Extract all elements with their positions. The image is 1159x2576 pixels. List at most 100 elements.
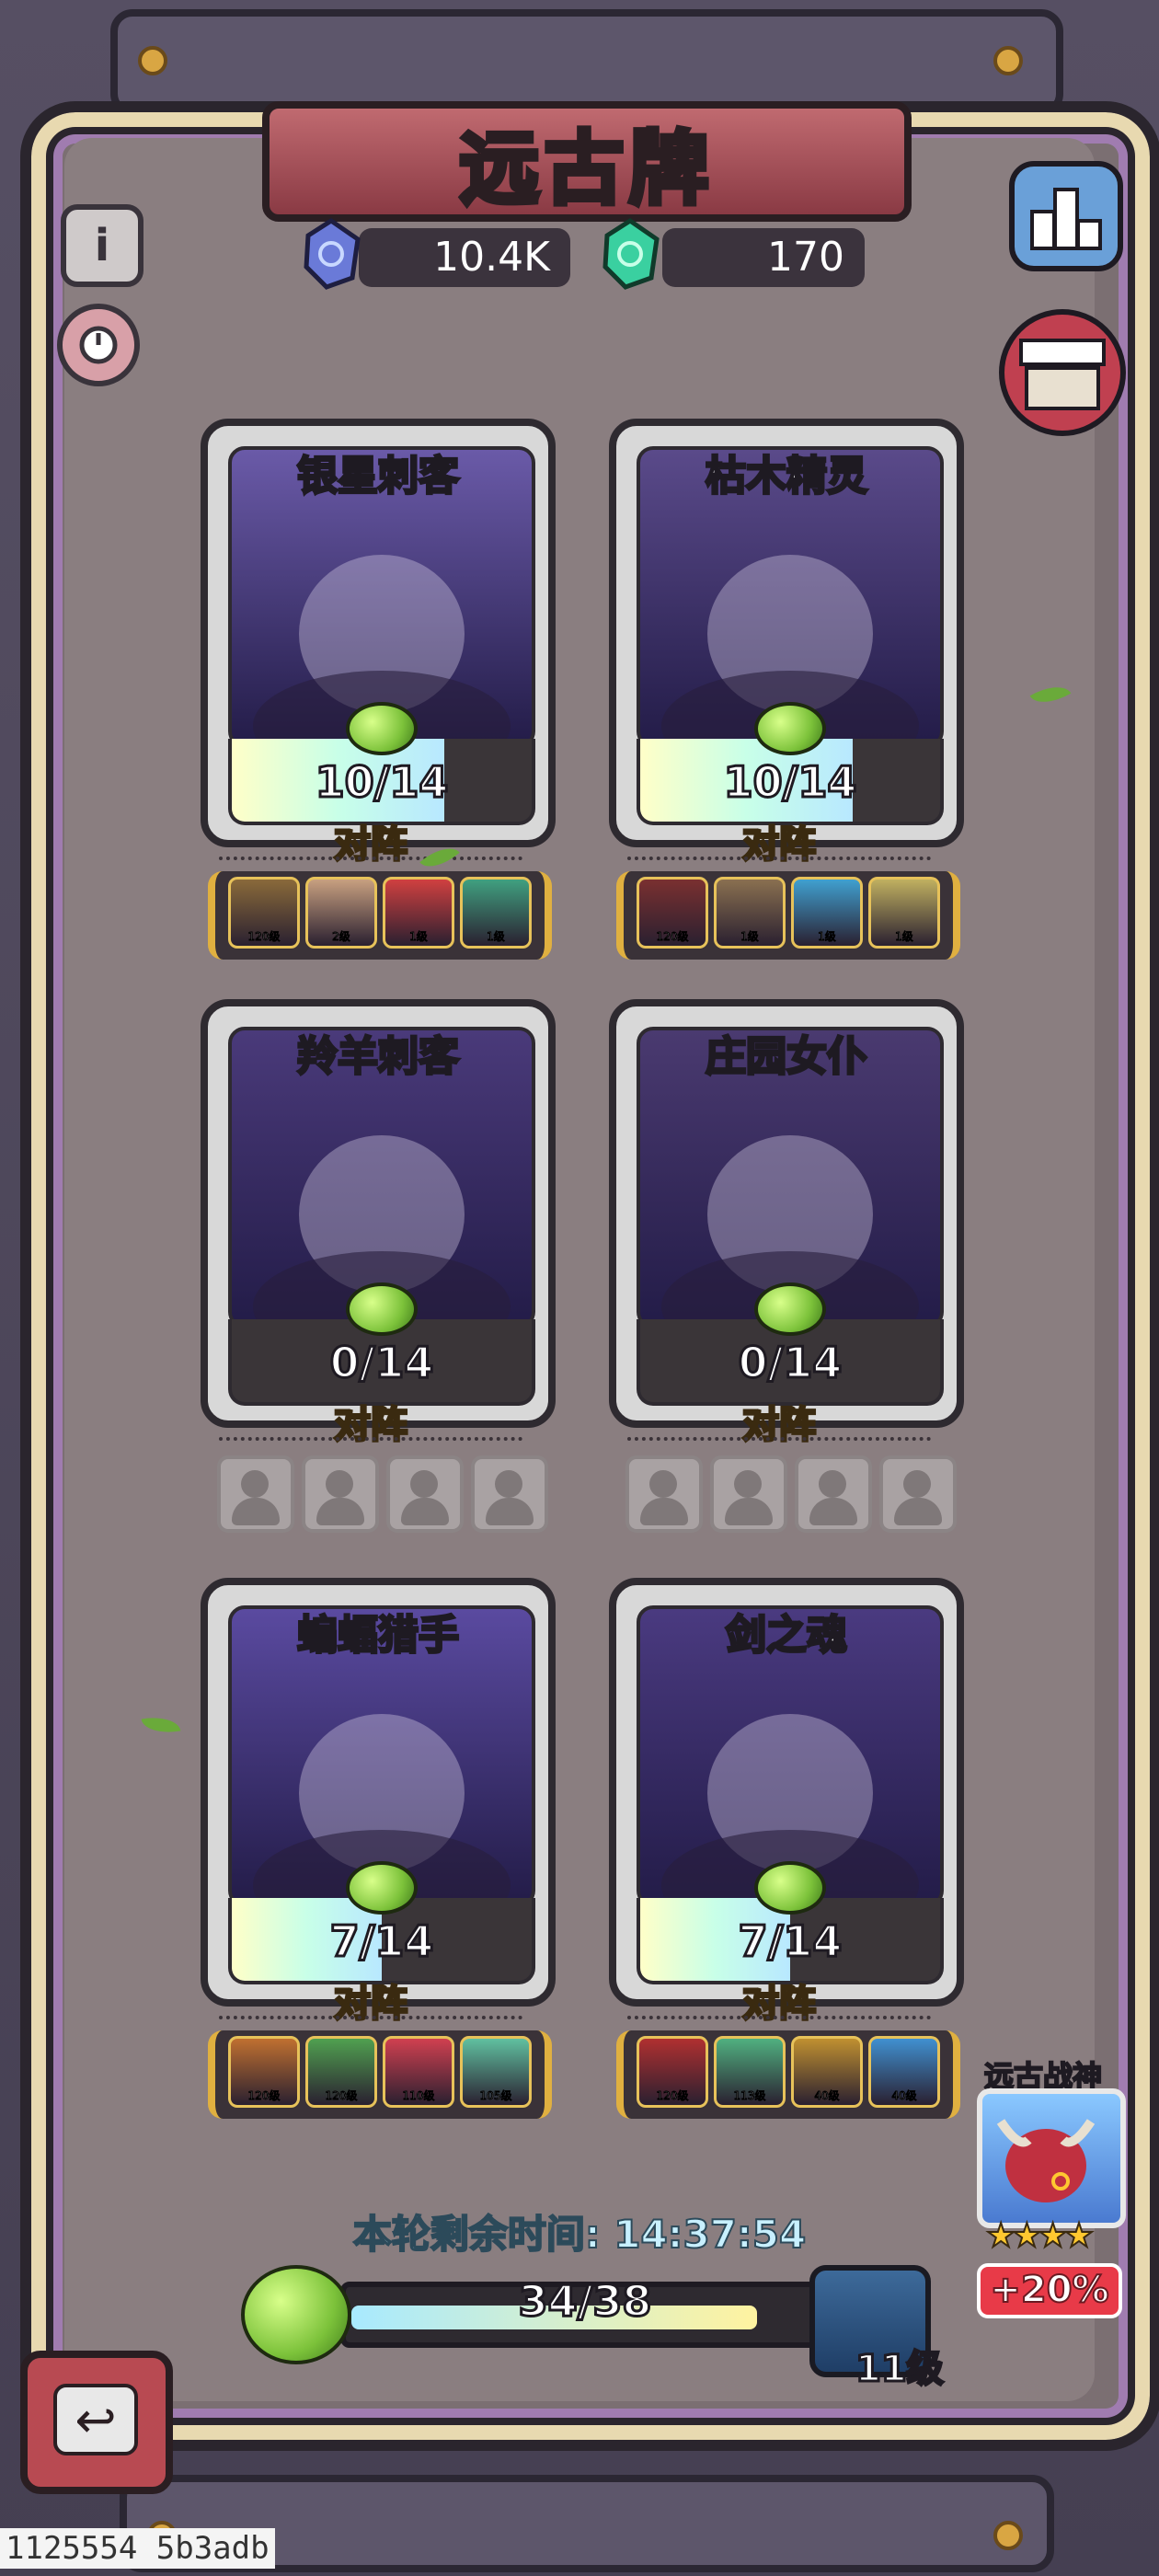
hero-level: 1级 <box>740 930 760 944</box>
top-frame-bar <box>110 9 1063 116</box>
empty-team-slots <box>217 1455 548 1533</box>
opponent-team[interactable]: 120级 1级 1级 1级 <box>616 871 960 960</box>
hero-level: 110级 <box>402 2089 435 2103</box>
footer-id: 1125554 5b3adb <box>0 2528 275 2569</box>
opponent-hero-avatar[interactable]: 120级 <box>305 2036 377 2108</box>
green-gem-counter: 170 <box>662 228 865 287</box>
dotted-divider <box>627 2016 931 2019</box>
opponent-hero-avatar[interactable]: 1级 <box>791 877 863 949</box>
chest-level: 11级 <box>855 2347 946 2392</box>
bean-icon <box>346 1282 418 1336</box>
god-stars: ★★★★ <box>985 2216 1095 2256</box>
opponent-hero-avatar[interactable]: 120级 <box>228 877 300 949</box>
opponent-hero-avatar[interactable]: 1级 <box>714 877 786 949</box>
god-bonus-badge: +20% <box>977 2263 1122 2318</box>
bean-icon <box>754 1861 826 1915</box>
empty-team-slots <box>625 1455 957 1533</box>
history-button[interactable] <box>57 304 140 386</box>
opponent-team[interactable]: 120级 2级 1级 1级 <box>208 871 552 960</box>
opponent-hero-avatar[interactable]: 1级 <box>868 877 940 949</box>
empty-slot <box>795 1455 872 1533</box>
empty-slot <box>302 1455 379 1533</box>
card-progress-count: 0/14 <box>737 1337 843 1389</box>
hero-card[interactable]: 羚羊刺客 0/14 <box>201 999 556 1428</box>
empty-slot <box>625 1455 703 1533</box>
opponent-hero-avatar[interactable]: 120级 <box>637 877 708 949</box>
shop-button[interactable] <box>993 304 1131 442</box>
hero-level: 40级 <box>814 2089 840 2103</box>
card-name: 蝙蝠猎手 <box>296 1611 461 1661</box>
opponent-hero-avatar[interactable]: 1级 <box>460 877 532 949</box>
hero-level: 113级 <box>733 2089 766 2103</box>
hero-card[interactable]: 银星刺客 10/14 <box>201 419 556 847</box>
empty-slot <box>879 1455 957 1533</box>
back-button[interactable]: ↩ <box>20 2351 173 2494</box>
hero-level: 2级 <box>332 930 351 944</box>
card-progress-count: 10/14 <box>314 756 450 809</box>
opponent-hero-avatar[interactable]: 40级 <box>868 2036 940 2108</box>
info-button[interactable]: i <box>61 204 143 287</box>
bean-icon <box>754 702 826 755</box>
info-icon: i <box>94 220 110 271</box>
hero-level: 120级 <box>656 930 689 944</box>
opponent-team[interactable]: 120级 113级 40级 40级 <box>616 2030 960 2119</box>
back-arrow-icon: ↩ <box>53 2384 138 2455</box>
opponent-hero-avatar[interactable]: 1级 <box>383 877 454 949</box>
hero-level: 1级 <box>409 930 429 944</box>
card-name: 羚羊刺客 <box>296 1032 461 1082</box>
opponent-hero-avatar[interactable]: 113级 <box>714 2036 786 2108</box>
empty-slot <box>710 1455 787 1533</box>
empty-slot <box>471 1455 548 1533</box>
opponent-hero-avatar[interactable]: 120级 <box>228 2036 300 2108</box>
card-name: 剑之魂 <box>725 1611 849 1661</box>
card-progress-count: 10/14 <box>722 756 858 809</box>
dotted-divider <box>219 857 522 860</box>
blue-gem-icon <box>304 217 361 290</box>
frame-stud <box>138 46 167 75</box>
dotted-divider <box>627 857 931 860</box>
hero-card[interactable]: 庄园女仆 0/14 <box>609 999 964 1428</box>
hero-level: 120级 <box>247 2089 281 2103</box>
god-avatar-button[interactable] <box>977 2088 1126 2228</box>
card-progress-count: 7/14 <box>328 1915 435 1968</box>
hero-card[interactable]: 枯木精灵 10/14 <box>609 419 964 847</box>
opponent-hero-avatar[interactable]: 2级 <box>305 877 377 949</box>
card-progress-count: 0/14 <box>328 1337 435 1389</box>
bean-icon <box>754 1282 826 1336</box>
hero-level: 120级 <box>247 930 281 944</box>
hero-level: 1级 <box>487 930 506 944</box>
dotted-divider <box>219 2016 522 2019</box>
opponent-hero-avatar[interactable]: 105级 <box>460 2036 532 2108</box>
frame-stud <box>993 46 1023 75</box>
green-gem-icon <box>602 217 660 290</box>
ranking-button[interactable] <box>1004 156 1128 276</box>
opponent-team[interactable]: 120级 120级 110级 105级 <box>208 2030 552 2119</box>
hero-card[interactable]: 剑之魂 7/14 <box>609 1578 964 2007</box>
opponent-hero-avatar[interactable]: 40级 <box>791 2036 863 2108</box>
green-gem-value: 170 <box>767 234 844 281</box>
empty-slot <box>386 1455 464 1533</box>
empty-slot <box>217 1455 294 1533</box>
page-title: 远古牌 <box>457 121 714 218</box>
bean-icon <box>346 702 418 755</box>
hero-level: 40级 <box>891 2089 917 2103</box>
blue-gem-value: 10.4K <box>433 234 550 281</box>
card-progress-count: 7/14 <box>737 1915 843 1968</box>
hero-level: 120级 <box>325 2089 358 2103</box>
opponent-hero-avatar[interactable]: 110级 <box>383 2036 454 2108</box>
card-name: 银星刺客 <box>296 452 461 501</box>
minotaur-portrait <box>996 2119 1096 2202</box>
blue-gem-counter: 10.4K <box>359 228 570 287</box>
hero-level: 1级 <box>895 930 914 944</box>
timer-icon <box>79 326 118 364</box>
hero-card[interactable]: 蝙蝠猎手 7/14 <box>201 1578 556 2007</box>
bean-icon <box>241 2265 351 2364</box>
hero-level: 1级 <box>818 930 837 944</box>
hero-level: 120级 <box>656 2089 689 2103</box>
dotted-divider <box>219 1437 522 1441</box>
frame-stud <box>993 2521 1023 2550</box>
opponent-hero-avatar[interactable]: 120级 <box>637 2036 708 2108</box>
card-name: 枯木精灵 <box>705 452 869 501</box>
progress-text: 34/38 <box>517 2275 653 2328</box>
collection-progress-bar: 34/38 <box>340 2275 830 2348</box>
